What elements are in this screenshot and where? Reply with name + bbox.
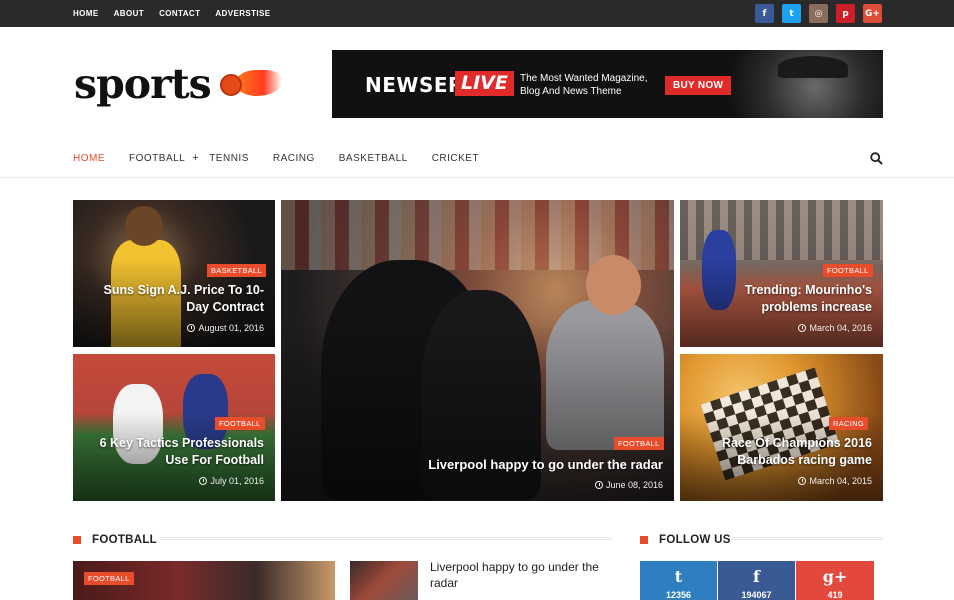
pinterest-icon[interactable]: p: [836, 4, 855, 23]
date-text: August 01, 2016: [198, 323, 264, 333]
nav-item-cricket[interactable]: CRICKET: [432, 152, 479, 164]
section-marker: [73, 536, 81, 544]
nav-item-football[interactable]: FOOTBALL +: [129, 152, 199, 164]
nav-item-racing[interactable]: RACING: [273, 152, 315, 164]
top-nav-home[interactable]: HOME: [73, 9, 99, 18]
date-text: March 04, 2016: [809, 323, 872, 333]
top-nav-contact[interactable]: CONTACT: [159, 9, 200, 18]
featured-card-liverpool[interactable]: FOOTBALL Liverpool happy to go under the…: [281, 200, 674, 501]
top-nav-about[interactable]: ABOUT: [114, 9, 144, 18]
clock-icon: [199, 477, 208, 485]
main-nav-list: HOME FOOTBALL + TENNIS RACING BASKETBALL …: [73, 152, 503, 164]
google-plus-icon[interactable]: G+: [863, 4, 882, 23]
top-nav: HOME ABOUT CONTACT ADVERSTISE: [73, 0, 271, 27]
follow-google-plus[interactable]: g+ 419: [796, 561, 874, 600]
banner-hat-shape: [778, 56, 848, 78]
featured-card-racing[interactable]: RACING Race Of Champions 2016 Barbados r…: [680, 354, 883, 501]
featured-date: March 04, 2015: [798, 476, 872, 486]
section-header-football: FOOTBALL: [73, 534, 157, 546]
social-links: f t ◎ p G+: [755, 4, 882, 23]
date-text: March 04, 2015: [809, 476, 872, 486]
top-bar: HOME ABOUT CONTACT ADVERSTISE f t ◎ p G+: [0, 0, 954, 27]
featured-title[interactable]: 6 Key Tactics Professionals Use For Foot…: [84, 435, 264, 469]
date-text: July 01, 2016: [210, 476, 264, 486]
category-badge[interactable]: FOOTBALL: [84, 572, 134, 585]
nav-item-home[interactable]: HOME: [73, 152, 105, 164]
thumbnail-image: [350, 561, 418, 600]
section-header-follow: FOLLOW US: [640, 534, 731, 546]
banner-live-badge: LIVE: [455, 71, 514, 96]
section-title: FOOTBALL: [92, 534, 157, 546]
section-title: FOLLOW US: [659, 534, 731, 546]
twitter-icon[interactable]: t: [782, 4, 801, 23]
clock-icon: [187, 324, 196, 332]
featured-date: July 01, 2016: [199, 476, 264, 486]
logo-text: sports: [74, 60, 212, 108]
top-nav-advertise[interactable]: ADVERSTISE: [215, 9, 270, 18]
facebook-icon[interactable]: f: [755, 4, 774, 23]
featured-title[interactable]: Liverpool happy to go under the radar: [363, 456, 663, 473]
follower-count: 419: [827, 590, 843, 600]
site-logo[interactable]: sports: [74, 60, 284, 110]
basketball-icon: [220, 74, 242, 96]
featured-date: March 04, 2016: [798, 323, 872, 333]
football-lead-post[interactable]: FOOTBALL: [73, 561, 335, 600]
side-post-thumbnail[interactable]: [350, 561, 418, 600]
category-badge[interactable]: FOOTBALL: [215, 417, 265, 430]
section-divider: [160, 537, 612, 540]
google-plus-icon: g+: [822, 567, 848, 586]
featured-title[interactable]: Race Of Champions 2016 Barbados racing g…: [692, 435, 872, 469]
follower-count: 12356: [665, 590, 692, 600]
instagram-icon[interactable]: ◎: [809, 4, 828, 23]
nav-item-basketball[interactable]: BASKETBALL: [339, 152, 408, 164]
category-badge[interactable]: RACING: [829, 417, 868, 430]
featured-card-football-tactics[interactable]: FOOTBALL 6 Key Tactics Professionals Use…: [73, 354, 275, 501]
clock-icon: [798, 477, 807, 485]
category-badge[interactable]: FOOTBALL: [614, 437, 664, 450]
buy-now-button[interactable]: BUY NOW: [665, 76, 732, 95]
clock-icon: [594, 481, 603, 489]
category-badge[interactable]: BASKETBALL: [207, 264, 266, 277]
featured-date: August 01, 2016: [187, 323, 264, 333]
featured-title[interactable]: Suns Sign A.J. Price To 10-Day Contract: [94, 282, 264, 316]
banner-brand: NEWSER: [365, 73, 464, 97]
follower-count: 194067: [741, 590, 772, 600]
featured-date: June 08, 2016: [594, 480, 663, 490]
featured-card-basketball[interactable]: BASKETBALL Suns Sign A.J. Price To 10-Da…: [73, 200, 275, 347]
side-post-title[interactable]: Liverpool happy to go under the radar: [430, 559, 610, 591]
section-divider: [730, 537, 883, 540]
main-nav: HOME FOOTBALL + TENNIS RACING BASKETBALL …: [0, 140, 954, 178]
follow-facebook[interactable]: f 194067: [718, 561, 795, 600]
facebook-icon: f: [753, 567, 760, 586]
ad-banner[interactable]: NEWSER LIVE The Most Wanted Magazine, Bl…: [332, 50, 883, 118]
twitter-icon: t: [674, 567, 683, 586]
section-marker: [640, 536, 648, 544]
banner-tagline: The Most Wanted Magazine, Blog And News …: [520, 73, 648, 97]
clock-icon: [798, 324, 807, 332]
search-icon[interactable]: [870, 152, 883, 165]
follow-twitter[interactable]: t 12356: [640, 561, 717, 600]
date-text: June 08, 2016: [605, 480, 663, 490]
nav-item-tennis[interactable]: TENNIS: [209, 152, 249, 164]
nav-item-football-label: FOOTBALL: [129, 152, 186, 164]
category-badge[interactable]: FOOTBALL: [823, 264, 873, 277]
featured-card-mourinho[interactable]: FOOTBALL Trending: Mourinho's problems i…: [680, 200, 883, 347]
expand-plus-icon[interactable]: +: [192, 152, 199, 164]
featured-title[interactable]: Trending: Mourinho's problems increase: [702, 282, 872, 316]
flame-icon: [236, 70, 282, 96]
